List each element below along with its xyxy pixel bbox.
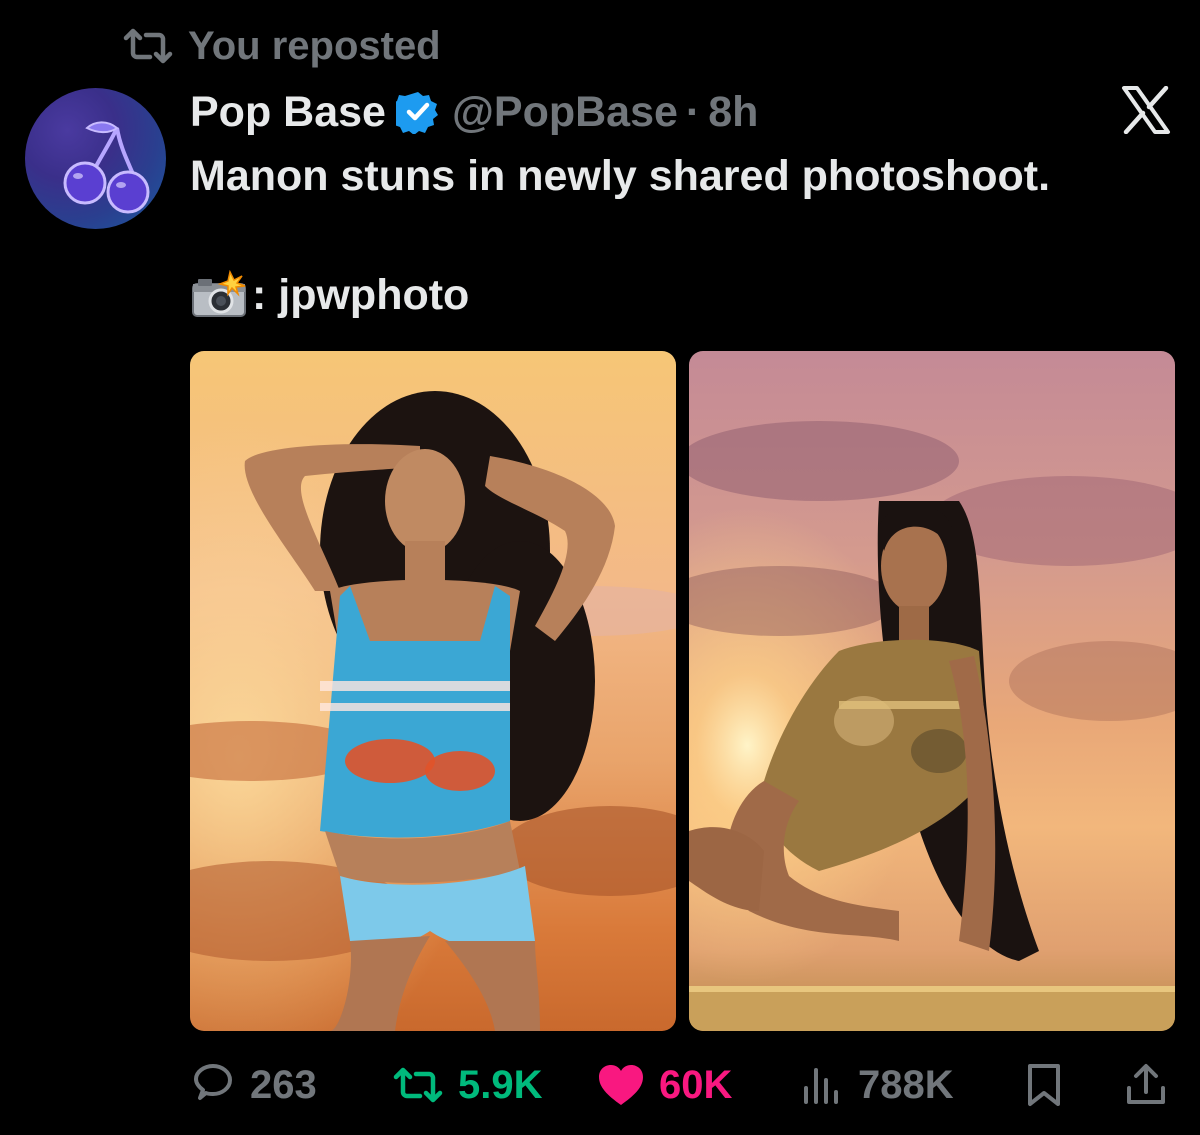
- media-photo-1[interactable]: [190, 351, 676, 1031]
- repost-icon: [122, 26, 174, 66]
- tweet-text: Manon stuns in newly shared photoshoot.: [190, 146, 1180, 206]
- camera-with-flash-icon: [190, 270, 248, 320]
- bookmark-button[interactable]: [1024, 1055, 1078, 1115]
- reply-button[interactable]: 263: [190, 1055, 317, 1115]
- views-button[interactable]: 788K: [800, 1055, 954, 1115]
- photo-credit-text[interactable]: : jpwphoto: [252, 271, 469, 320]
- views-count: 788K: [858, 1062, 954, 1107]
- media-photo-2[interactable]: [689, 351, 1175, 1031]
- views-chart-icon: [800, 1064, 844, 1106]
- tweet-text-line: Manon stuns in newly shared photoshoot.: [190, 152, 1051, 200]
- heart-icon: [597, 1063, 645, 1107]
- verified-badge-icon: [395, 90, 440, 134]
- x-logo-icon: [1120, 85, 1172, 135]
- photo-credit: : jpwphoto: [190, 270, 469, 320]
- action-bar: 263 5.9K 60K 788K: [0, 1055, 1200, 1115]
- photo-woman-blue-top-sunset: [190, 351, 676, 1031]
- tweet-card[interactable]: You reposted Pop Base @PopBase · 8h Mano…: [0, 0, 1200, 1135]
- repost-label: You reposted: [188, 23, 441, 68]
- repost-button[interactable]: 5.9K: [392, 1055, 543, 1115]
- like-button[interactable]: 60K: [597, 1055, 732, 1115]
- bookmark-icon: [1024, 1062, 1064, 1108]
- cherries-icon: [63, 121, 150, 214]
- reply-icon: [190, 1062, 236, 1108]
- tweet-header: Pop Base @PopBase · 8h: [190, 84, 758, 140]
- like-count: 60K: [659, 1062, 733, 1107]
- repost-banner: You reposted: [122, 22, 441, 70]
- share-button[interactable]: [1124, 1055, 1182, 1115]
- share-icon: [1124, 1062, 1168, 1108]
- author-name[interactable]: Pop Base: [190, 88, 386, 137]
- post-time[interactable]: 8h: [708, 88, 758, 137]
- avatar[interactable]: [25, 88, 166, 229]
- photo-woman-long-hair-sunset: [689, 351, 1175, 1031]
- repost-count: 5.9K: [458, 1062, 543, 1107]
- author-handle[interactable]: @PopBase: [452, 88, 678, 137]
- reply-count: 263: [250, 1062, 317, 1107]
- separator-dot: ·: [685, 87, 701, 136]
- repost-icon: [392, 1065, 444, 1105]
